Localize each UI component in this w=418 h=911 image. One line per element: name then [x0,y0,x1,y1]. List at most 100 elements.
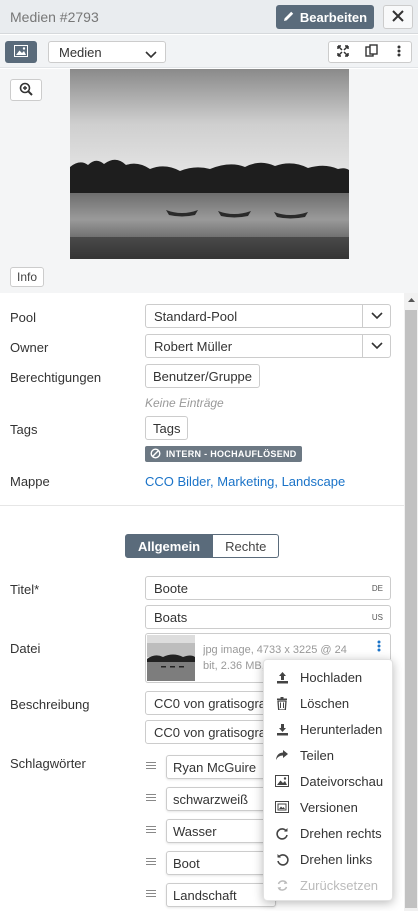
language-tag-de: DE [371,584,383,593]
chevron-down-icon [362,335,390,357]
image-icon [14,44,28,60]
permissions-empty-text: Keine Einträge [145,396,224,410]
close-button[interactable] [383,5,413,29]
menu-item-upload[interactable]: Hochladen [264,664,394,690]
pool-label: Pool [10,310,37,325]
copy-icon [365,44,378,60]
file-thumbnail[interactable] [147,635,195,681]
more-options-button[interactable] [386,41,412,63]
folder-link[interactable]: Landscape [282,474,346,489]
menu-item-label: Löschen [300,695,350,711]
image-view-button[interactable] [5,41,37,63]
menu-item-versions[interactable]: Versionen [264,794,394,820]
fullscreen-button[interactable] [328,41,358,63]
description-label: Beschreibung [10,697,90,712]
folder-links: CCO Bilder, Marketing, Landscape [145,474,346,489]
folder-label: Mappe [10,474,50,489]
download-icon [264,723,300,736]
pool-select[interactable]: Standard-Pool [145,304,391,328]
view-select-value: Medien [59,45,102,60]
drag-handle-icon[interactable] [146,856,156,867]
tab-bar: Allgemein Rechte [125,534,280,558]
image-preview-icon [264,775,300,787]
view-select[interactable]: Medien [48,41,166,63]
drag-handle-icon[interactable] [146,760,156,771]
compare-button[interactable] [357,41,387,63]
folder-link[interactable]: CCO Bilder [145,474,210,489]
zoom-in-icon [19,82,33,99]
drag-handle-icon[interactable] [146,792,156,803]
menu-item-label: Dateivorschau [300,773,384,789]
menu-item-reset: Zurücksetzen [264,872,394,898]
tab-general[interactable]: Allgemein [125,534,214,558]
file-context-menu: Hochladen Löschen Herunterladen Teilen D… [263,659,393,901]
language-tag-us: US [371,613,383,622]
drag-handle-icon[interactable] [146,824,156,835]
title-label: Titel* [10,582,40,597]
file-label: Datei [10,641,41,656]
menu-item-label: Drehen rechts [300,825,382,841]
pencil-icon [283,10,295,25]
expand-icon [337,44,349,60]
menu-item-preview[interactable]: Dateivorschau [264,768,394,794]
keywords-label: Schlagwörter [10,756,86,771]
zoom-button[interactable] [10,79,42,101]
permissions-label: Berechtigungen [10,370,102,385]
trash-icon [264,696,300,710]
folder-link[interactable]: Marketing [217,474,274,489]
view-toolbar: Medien [0,35,418,68]
ban-icon [150,447,161,461]
chevron-down-icon [362,305,390,327]
keyword-field[interactable]: Ryan McGuire [166,755,276,779]
menu-item-download[interactable]: Herunterladen [264,716,394,742]
keyword-field[interactable]: Landschaft [166,883,276,907]
tags-label: Tags [10,422,38,437]
owner-label: Owner [10,340,49,355]
title-input-en[interactable]: Boats US [145,605,391,629]
menu-item-rotate-left[interactable]: Drehen links [264,846,394,872]
menu-item-label: Herunterladen [300,721,383,737]
menu-item-label: Versionen [300,799,358,815]
header: Medien #2793 Bearbeiten [0,0,418,34]
rotate-left-icon [264,853,300,866]
scrollbar-thumb[interactable] [405,310,417,908]
owner-value: Robert Müller [154,339,233,354]
file-options-icon[interactable] [377,640,381,655]
info-tab[interactable]: Info [10,267,44,287]
menu-item-delete[interactable]: Löschen [264,690,394,716]
kebab-icon [397,45,401,60]
user-group-button[interactable]: Benutzer/Gruppe [145,364,261,388]
keyword-field[interactable]: Boot [166,851,276,875]
tag-badge[interactable]: INTERN - HOCHAUFLÖSEND [145,446,302,462]
title-de-value: Boote [154,581,188,596]
menu-item-label: Drehen links [300,851,373,867]
pool-value: Standard-Pool [154,309,238,324]
keyword-field[interactable]: schwarzweiß [166,787,276,811]
rotate-right-icon [264,827,300,840]
title-en-value: Boats [154,610,188,625]
title-input-de[interactable]: Boote DE [145,576,391,600]
upload-icon [264,671,300,684]
share-icon [264,749,300,761]
edit-button-label: Bearbeiten [299,9,368,25]
keyword-field[interactable]: Wasser [166,819,276,843]
section-divider [0,505,404,506]
tags-button[interactable]: Tags [145,416,189,440]
menu-item-share[interactable]: Teilen [264,742,394,768]
edit-button[interactable]: Bearbeiten [276,5,374,29]
tag-badge-label: INTERN - HOCHAUFLÖSEND [166,449,297,459]
close-icon [392,9,404,25]
menu-item-label: Hochladen [300,669,363,685]
reset-icon [264,879,300,892]
chevron-down-icon [145,47,157,62]
menu-item-rotate-right[interactable]: Drehen rechts [264,820,394,846]
page-title: Medien #2793 [10,9,99,25]
menu-item-label: Teilen [300,747,334,763]
owner-select[interactable]: Robert Müller [145,334,391,358]
info-bar: Info [0,259,418,293]
menu-item-label: Zurücksetzen [300,877,379,893]
versions-icon [264,801,300,813]
drag-handle-icon[interactable] [146,888,156,899]
scroll-up-icon[interactable] [404,295,418,305]
tab-rights[interactable]: Rechte [213,534,280,558]
